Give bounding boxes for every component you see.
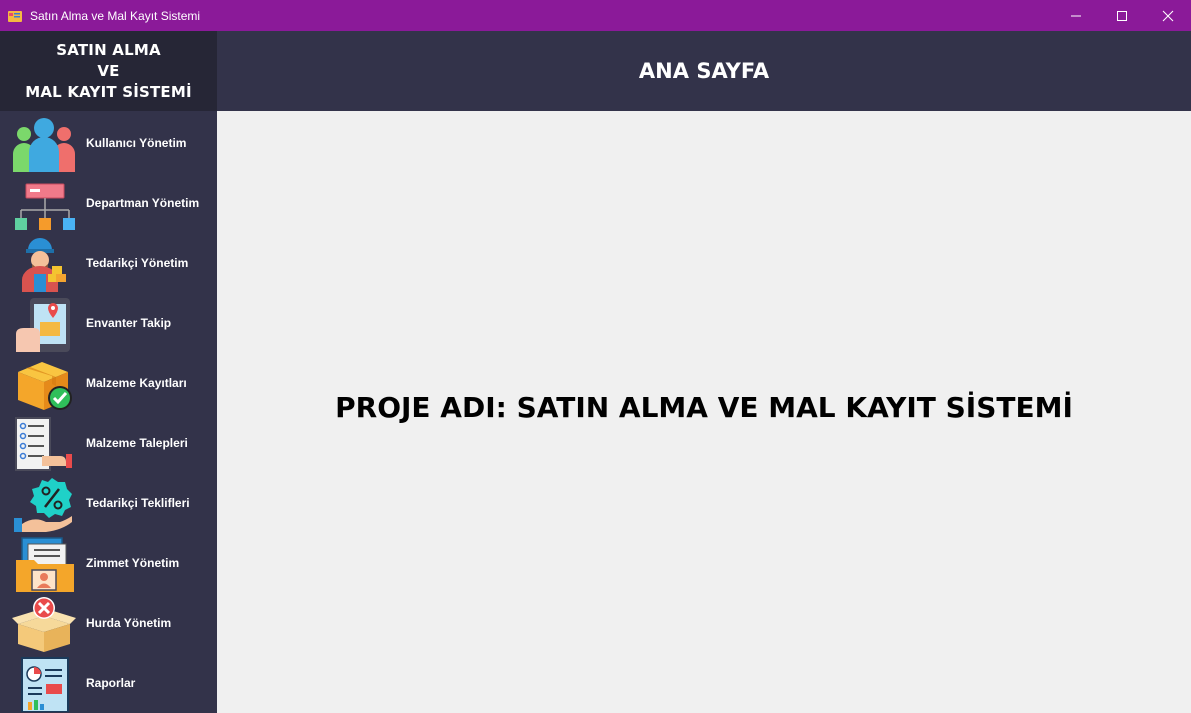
minimize-button[interactable]	[1053, 0, 1099, 31]
sidebar-item-suppliers[interactable]: Tedarikçi Yönetim	[0, 233, 217, 293]
brand-line: VE	[97, 61, 120, 80]
project-title: PROJE ADI: SATIN ALMA VE MAL KAYIT SİSTE…	[335, 390, 1073, 424]
sidebar-item-departments[interactable]: Departman Yönetim	[0, 173, 217, 233]
discount-offer-icon	[12, 476, 76, 532]
close-icon	[1162, 10, 1174, 21]
checklist-request-icon	[12, 416, 76, 472]
window-title: Satın Alma ve Mal Kayıt Sistemi	[30, 8, 201, 23]
brand-logo-text: SATIN ALMA VE MAL KAYIT SİSTEMİ	[0, 31, 217, 111]
title-bar: Satın Alma ve Mal Kayıt Sistemi	[0, 0, 1191, 31]
sidebar-item-label: Kullanıcı Yönetim	[86, 136, 187, 150]
brand-line: SATIN ALMA	[56, 40, 161, 59]
sidebar-item-label: Malzeme Kayıtları	[86, 376, 187, 390]
sidebar: SATIN ALMA VE MAL KAYIT SİSTEMİ Kullanıc…	[0, 31, 217, 713]
sidebar-item-assignments[interactable]: Zimmet Yönetim	[0, 533, 217, 593]
sidebar-item-material-records[interactable]: Malzeme Kayıtları	[0, 353, 217, 413]
sidebar-item-label: Departman Yönetim	[86, 196, 200, 210]
inventory-tracking-icon	[12, 296, 76, 352]
sidebar-item-scrap[interactable]: Hurda Yönetim	[0, 593, 217, 653]
window-controls	[1053, 0, 1191, 31]
app-icon	[7, 8, 23, 24]
close-button[interactable]	[1145, 0, 1191, 31]
folder-assignment-icon	[12, 536, 76, 592]
sidebar-item-label: Tedarikçi Yönetim	[86, 256, 189, 270]
sidebar-item-label: Zimmet Yönetim	[86, 556, 180, 570]
sidebar-item-label: Tedarikçi Teklifleri	[86, 496, 190, 510]
sidebar-item-users[interactable]: Kullanıcı Yönetim	[0, 113, 217, 173]
users-icon	[12, 116, 76, 172]
page-header: ANA SAYFA	[217, 31, 1191, 111]
sidebar-item-label: Envanter Takip	[86, 316, 172, 330]
page-title: ANA SAYFA	[638, 59, 770, 83]
sidebar-item-label: Hurda Yönetim	[86, 616, 172, 630]
maximize-button[interactable]	[1099, 0, 1145, 31]
brand-line: MAL KAYIT SİSTEMİ	[25, 82, 192, 101]
sidebar-item-material-requests[interactable]: Malzeme Talepleri	[0, 413, 217, 473]
main-content: PROJE ADI: SATIN ALMA VE MAL KAYIT SİSTE…	[217, 111, 1191, 713]
scrap-box-icon	[12, 596, 76, 652]
box-check-icon	[12, 356, 76, 412]
supplier-icon	[12, 236, 76, 292]
report-icon	[12, 656, 76, 713]
org-chart-icon	[12, 176, 76, 232]
sidebar-item-inventory[interactable]: Envanter Takip	[0, 293, 217, 353]
minimize-icon	[1071, 15, 1081, 16]
sidebar-item-supplier-offers[interactable]: Tedarikçi Teklifleri	[0, 473, 217, 533]
sidebar-item-reports[interactable]: Raporlar	[0, 653, 217, 713]
sidebar-item-label: Raporlar	[86, 676, 136, 690]
sidebar-item-label: Malzeme Talepleri	[86, 436, 188, 450]
maximize-icon	[1117, 10, 1127, 21]
